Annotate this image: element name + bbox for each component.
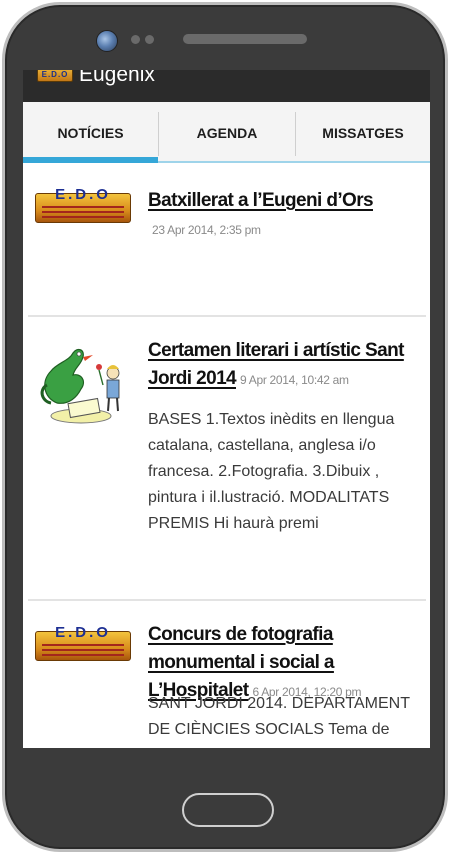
list-item[interactable]: Certamen literari i artístic Sant Jordi … — [23, 317, 430, 599]
sensor-dot-icon — [145, 35, 154, 44]
dragon-illustration-icon — [40, 348, 120, 424]
list-item[interactable]: E.D.O Concurs de fotografia monumental i… — [23, 601, 430, 748]
news-excerpt: SANT JORDI 2014. DEPARTAMENT DE CIÈNCIES… — [148, 695, 410, 748]
news-title[interactable]: Batxillerat a l’Eugeni d’Ors 23 Apr 2014,… — [148, 187, 424, 244]
screen: E.D.O Eugenix NOTÍCIES AGENDA MISSATGES … — [23, 70, 430, 748]
tab-bar: NOTÍCIES AGENDA MISSATGES — [23, 102, 430, 163]
speaker-grille — [183, 34, 307, 44]
logo-letters: E.D.O — [55, 186, 111, 203]
action-bar: E.D.O Eugenix — [23, 70, 430, 102]
camera-icon — [96, 30, 118, 52]
edo-logo-icon: E.D.O — [35, 624, 131, 661]
logo-letters: E.D.O — [55, 624, 111, 641]
list-item[interactable]: E.D.O Batxillerat a l’Eugeni d’Ors 23 Apr… — [23, 163, 430, 315]
news-date: 23 Apr 2014, 2:35 pm — [152, 223, 261, 237]
edo-logo-icon: E.D.O — [35, 186, 131, 223]
news-title[interactable]: Certamen literari i artístic Sant Jordi … — [148, 337, 424, 394]
news-title-text[interactable]: Batxillerat a l’Eugeni d’Ors — [148, 190, 374, 211]
tab-missatges[interactable]: MISSATGES — [296, 102, 430, 162]
app-title: Eugenix — [79, 70, 155, 86]
home-button[interactable] — [182, 793, 274, 827]
sensor-dot-icon — [131, 35, 140, 44]
news-date: 9 Apr 2014, 10:42 am — [240, 373, 349, 387]
news-excerpt: BASES 1.Textos inèdits en llengua catala… — [148, 411, 395, 532]
tab-noticies[interactable]: NOTÍCIES — [23, 102, 158, 162]
app-logo-icon[interactable]: E.D.O — [37, 70, 73, 82]
tab-agenda[interactable]: AGENDA — [159, 102, 295, 162]
